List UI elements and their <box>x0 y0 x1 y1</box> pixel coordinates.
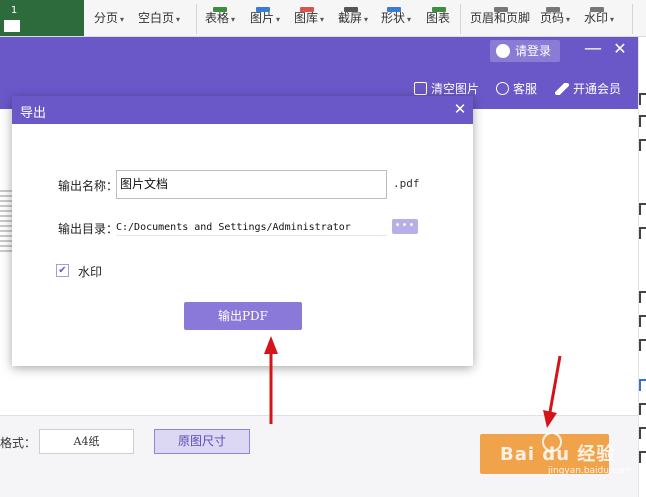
ribbon-separator <box>460 4 461 34</box>
output-dir-label: 输出目录： <box>58 222 119 236</box>
watermark-checkbox[interactable]: ✔ <box>56 264 69 277</box>
ribbon-separator <box>632 4 633 34</box>
document-text-slice <box>638 37 646 497</box>
ribbon-page-number-button[interactable]: 页码 ▾ <box>540 7 570 26</box>
ribbon-gallery-button[interactable]: 图库 ▾ <box>294 7 324 26</box>
clear-images-button[interactable]: 清空图片 <box>414 81 479 97</box>
ribbon-image-button[interactable]: 图片 ▾ <box>250 7 280 26</box>
dialog-title-bar[interactable]: 导出 ✕ <box>12 96 473 124</box>
page-thumbnail-sheet <box>4 20 20 32</box>
page-format-select[interactable]: A4纸 <box>39 429 134 454</box>
original-size-button[interactable]: 原图尺寸 <box>154 429 250 454</box>
export-pdf-button[interactable]: 输出PDF <box>184 302 302 330</box>
ribbon-header-footer-button[interactable]: 页眉和页脚 <box>470 7 530 26</box>
text-fragment <box>639 203 646 215</box>
ribbon-separator <box>196 4 197 34</box>
output-name-label: 输出名称： <box>58 179 119 193</box>
text-fragment <box>639 403 646 415</box>
text-fragment <box>639 115 646 127</box>
text-fragment <box>639 339 646 351</box>
page-number: 1 <box>10 5 18 16</box>
ribbon-blank-page-button[interactable]: 空白页 ▾ <box>138 10 180 26</box>
watermark-icon <box>590 7 604 12</box>
header-footer-icon <box>494 7 508 12</box>
user-icon <box>496 44 510 58</box>
baidu-watermark: Bai du 经验 <box>500 444 616 465</box>
text-fragment <box>639 227 646 239</box>
pdf-extension-label: .pdf <box>393 177 420 190</box>
text-fragment <box>639 291 646 303</box>
browse-directory-button[interactable]: ••• <box>392 219 418 234</box>
ribbon-screenshot-button[interactable]: 截屏 ▾ <box>338 7 368 26</box>
image-icon <box>256 7 270 12</box>
window-close-button[interactable]: ✕ <box>611 40 629 58</box>
chat-icon <box>496 82 509 95</box>
text-fragment <box>639 315 646 327</box>
format-label: 格式： <box>0 436 37 450</box>
login-button[interactable]: 请登录 <box>490 40 560 62</box>
text-fragment <box>639 451 646 463</box>
screenshot-icon <box>344 7 358 12</box>
ribbon-watermark-button[interactable]: 水印 ▾ <box>584 7 614 26</box>
text-fragment <box>639 379 646 391</box>
text-fragment <box>639 427 646 439</box>
text-fragment <box>639 139 646 151</box>
ribbon-shape-button[interactable]: 形状 ▾ <box>381 7 411 26</box>
shape-icon <box>387 7 401 12</box>
export-dialog: 导出 ✕ 输出名称： 图片文档 .pdf 输出目录： C:/Documents … <box>12 96 473 366</box>
gallery-icon <box>300 7 314 12</box>
ribbon-toolbar: 1 分页 ▾ 空白页 ▾ 表格 ▾ 图片 ▾ 图库 ▾ 截屏 ▾ 形状 ▾ 图表 页眉和页脚 … <box>0 0 646 37</box>
image-preview-thumbnail[interactable] <box>0 190 12 252</box>
output-name-input[interactable]: 图片文档 <box>116 170 387 199</box>
support-button[interactable]: 客服 <box>496 81 537 97</box>
crown-icon <box>555 83 569 95</box>
watermark-label: 水印 <box>78 265 103 279</box>
ribbon-chart-button[interactable]: 图表 <box>426 7 450 26</box>
minimize-button[interactable]: — <box>584 40 602 58</box>
page-number-icon <box>546 7 560 12</box>
output-dir-field[interactable]: C:/Documents and Settings/Administrator <box>116 220 387 236</box>
ribbon-table-button[interactable]: 表格 ▾ <box>205 7 235 26</box>
membership-button[interactable]: 开通会员 <box>555 81 621 97</box>
text-fragment <box>639 93 646 105</box>
baidu-watermark-url: jingyan.baidu.com <box>548 466 632 476</box>
dialog-title: 导出 <box>20 106 47 121</box>
dialog-close-button[interactable]: ✕ <box>452 101 468 117</box>
page-thumbnail[interactable]: 1 <box>0 0 84 36</box>
table-icon <box>213 7 227 12</box>
chart-icon <box>432 7 446 12</box>
trash-icon <box>414 82 427 95</box>
ribbon-page-break-button[interactable]: 分页 ▾ <box>94 10 124 26</box>
